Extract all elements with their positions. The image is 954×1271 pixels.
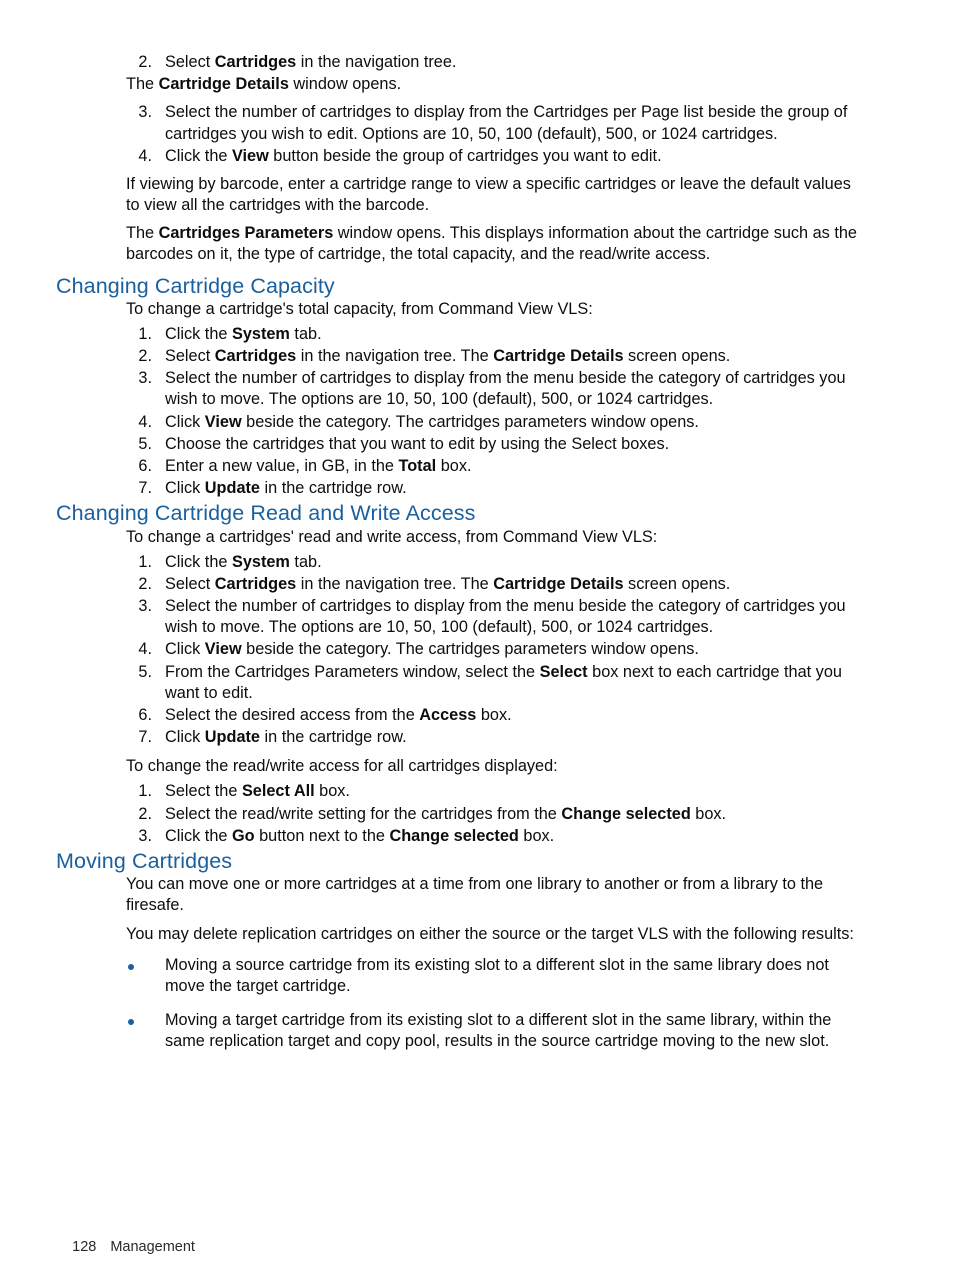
step-number: 4.: [138, 640, 152, 659]
paragraph-access-all-intro: To change the read/write access for all …: [126, 757, 558, 776]
access-steps-list: 1. Click the System tab. 2. Select Cartrid…: [56, 552, 868, 749]
list-item: 6. Select the desired access from the Acc…: [56, 705, 868, 726]
step-text: Select the number of cartridges to displ…: [165, 369, 846, 409]
list-item: 7. Click Update in the cartridge row.: [56, 727, 868, 748]
step-number: 2.: [138, 804, 152, 823]
list-item: 4. Click the View button beside the grou…: [56, 146, 868, 167]
list-item: 3. Select the number of cartridges to dis…: [56, 596, 868, 638]
paragraph-access-intro: To change a cartridges' read and write a…: [126, 527, 658, 546]
paragraph-capacity-intro: To change a cartridge's total capacity, …: [126, 299, 593, 318]
list-item: 4. Click View beside the category. The ca…: [56, 412, 868, 433]
step-number: 4.: [138, 146, 152, 165]
capacity-steps-list: 1. Click the System tab. 2. Select Cartrid…: [56, 324, 868, 499]
step-text: Select the desired access from the Acces…: [165, 705, 512, 724]
document-page: 2. Select Cartridges in the navigation t…: [0, 0, 954, 1271]
list-item: 3. Select the number of cartridges to di…: [56, 102, 868, 144]
step-number: 3.: [138, 826, 152, 845]
step-number: 6.: [138, 705, 152, 724]
list-item: 5. From the Cartridges Parameters window,…: [56, 662, 868, 704]
step-text: Click the System tab.: [165, 552, 322, 571]
page-content: 2. Select Cartridges in the navigation t…: [56, 52, 868, 1065]
intro-steps-list-continued: 3. Select the number of cartridges to di…: [56, 102, 868, 167]
list-item: 1. Select the Select All box.: [56, 781, 868, 802]
heading-changing-cartridge-capacity: Changing Cartridge Capacity: [56, 273, 335, 298]
step-text: Select the Select All box.: [165, 782, 350, 801]
step-number: 7.: [138, 728, 152, 747]
step-number: 1.: [138, 324, 152, 343]
step-number: 5.: [138, 662, 152, 681]
paragraph-barcode-note: If viewing by barcode, enter a cartridge…: [126, 174, 851, 215]
step-number: 6.: [138, 456, 152, 475]
step-text: Select the number of cartridges to displ…: [165, 597, 846, 637]
step-text: Select the read/write setting for the ca…: [165, 804, 727, 823]
list-item: Moving a target cartridge from its exist…: [56, 1010, 868, 1052]
list-item: 2. Select Cartridges in the navigation tr…: [56, 574, 868, 595]
step-text: Click the Go button next to the Change s…: [165, 826, 555, 845]
step-text: Click the View button beside the group o…: [165, 146, 662, 165]
step-number: 3.: [138, 597, 152, 616]
access-all-steps-list: 1. Select the Select All box. 2. Select th…: [56, 781, 868, 847]
step-text: Click View beside the category. The cart…: [165, 640, 699, 659]
step-text: From the Cartridges Parameters window, s…: [165, 662, 842, 702]
list-item: 7. Click Update in the cartridge row.: [56, 478, 868, 499]
list-item: 5. Choose the cartridges that you want to…: [56, 434, 868, 455]
bullet-dot-icon: [128, 1019, 134, 1026]
list-item: 2. Select Cartridges in the navigation tr…: [56, 346, 868, 367]
step-number: 2.: [138, 574, 152, 593]
step-text: Choose the cartridges that you want to e…: [165, 434, 670, 453]
footer-chapter-name: Management: [110, 1239, 195, 1256]
intro-steps-list: 2. Select Cartridges in the navigation t…: [56, 52, 868, 73]
step-text: Select Cartridges in the navigation tree…: [165, 347, 731, 366]
paragraph-cartridges-parameters: The Cartridges Parameters window opens. …: [126, 224, 857, 264]
page-footer: 128 Management: [56, 1222, 195, 1271]
step-number: 5.: [138, 434, 152, 453]
bullet-dot-icon: [128, 963, 134, 970]
step-number: 2.: [138, 347, 152, 366]
heading-moving-cartridges: Moving Cartridges: [56, 848, 233, 873]
list-item: 4. Click View beside the category. The ca…: [56, 639, 868, 660]
list-item: 3. Click the Go button next to the Change…: [56, 826, 868, 847]
bullet-text: Moving a target cartridge from its exist…: [165, 1011, 832, 1051]
paragraph-cartridge-details: The Cartridge Details window opens.: [126, 75, 402, 94]
step-number: 3.: [138, 369, 152, 388]
list-item: 1. Click the System tab.: [56, 552, 868, 573]
list-item: 1. Click the System tab.: [56, 324, 868, 345]
list-item: 6. Enter a new value, in GB, in the Total…: [56, 456, 868, 477]
step-text: Click Update in the cartridge row.: [165, 728, 407, 747]
step-text: Click the System tab.: [165, 324, 322, 343]
step-text: Select Cartridges in the navigation tree…: [165, 53, 457, 71]
step-number: 3.: [138, 103, 152, 122]
step-text: Click Update in the cartridge row.: [165, 479, 407, 498]
step-number: 1.: [138, 552, 152, 571]
list-item: 2. Select Cartridges in the navigation t…: [56, 52, 868, 73]
step-text: Click View beside the category. The cart…: [165, 412, 699, 431]
step-number: 7.: [138, 479, 152, 498]
list-item: 2. Select the read/write setting for the …: [56, 804, 868, 825]
paragraph-moving-2: You may delete replication cartridges on…: [126, 924, 854, 943]
moving-bullets-list: Moving a source cartridge from its exist…: [56, 955, 868, 1053]
step-number: 2.: [138, 53, 152, 71]
heading-changing-cartridge-read-write-access: Changing Cartridge Read and Write Access: [56, 501, 476, 526]
step-number: 4.: [138, 412, 152, 431]
step-text: Select the number of cartridges to displ…: [165, 103, 848, 143]
step-text: Select Cartridges in the navigation tree…: [165, 574, 731, 593]
step-number: 1.: [138, 782, 152, 801]
bullet-text: Moving a source cartridge from its exist…: [165, 955, 829, 995]
list-item: 3. Select the number of cartridges to dis…: [56, 368, 868, 410]
list-item: Moving a source cartridge from its exist…: [56, 955, 868, 997]
footer-page-number: 128: [72, 1239, 97, 1256]
paragraph-moving-1: You can move one or more cartridges at a…: [126, 875, 824, 915]
step-text: Enter a new value, in GB, in the Total b…: [165, 456, 472, 475]
